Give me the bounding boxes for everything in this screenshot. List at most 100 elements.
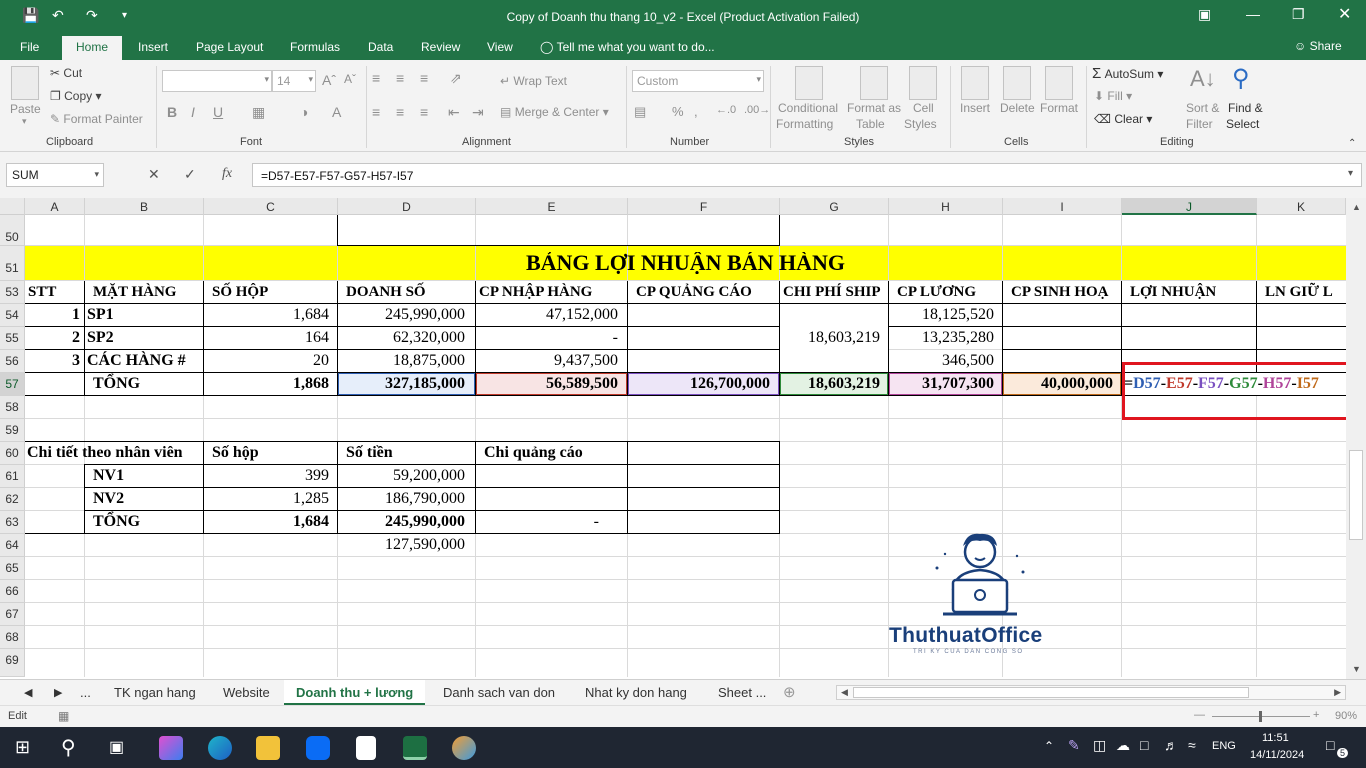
- insert-cells-icon[interactable]: [961, 66, 989, 100]
- format-as-table-icon[interactable]: [860, 66, 888, 100]
- font-size-combo[interactable]: 14 ▾: [272, 70, 316, 92]
- ribbon-display-icon[interactable]: ▣: [1198, 6, 1211, 23]
- enter-icon[interactable]: ✓: [184, 166, 196, 183]
- next-sheet-icon[interactable]: ▶: [54, 686, 62, 699]
- scroll-down-icon[interactable]: ▼: [1352, 664, 1361, 674]
- share-button[interactable]: ☺ Share: [1294, 39, 1342, 53]
- tab-page-layout[interactable]: Page Layout: [196, 40, 263, 54]
- accounting-format-icon[interactable]: ▤: [634, 104, 646, 120]
- row-header[interactable]: 62: [0, 488, 25, 511]
- cell-qty[interactable]: 20: [203, 350, 329, 372]
- align-left-icon[interactable]: ≡: [372, 104, 380, 120]
- edge-icon[interactable]: [208, 736, 232, 760]
- cell-item-total[interactable]: TỔNG: [93, 373, 201, 395]
- horizontal-scrollbar[interactable]: ◀ ▶: [836, 685, 1346, 700]
- more-sheets-button[interactable]: ...: [80, 685, 91, 700]
- scroll-left-icon[interactable]: ◀: [841, 687, 848, 698]
- sheet-tab[interactable]: Website: [223, 685, 270, 700]
- col-header[interactable]: D: [338, 198, 476, 215]
- windows-start-icon[interactable]: ⊞: [15, 737, 30, 758]
- comma-style-icon[interactable]: ,: [694, 104, 698, 119]
- decrease-decimal-icon[interactable]: .00→: [744, 104, 770, 116]
- device-icon[interactable]: ◫: [1093, 737, 1106, 754]
- row-header[interactable]: 50: [0, 215, 25, 246]
- minimize-icon[interactable]: —: [1246, 6, 1260, 22]
- clock-date[interactable]: 14/11/2024: [1250, 749, 1304, 761]
- cell-qty[interactable]: 1,684: [203, 304, 329, 326]
- row-header-selected[interactable]: 57: [0, 373, 25, 396]
- col-header[interactable]: K: [1257, 198, 1346, 215]
- col-header[interactable]: H: [889, 198, 1003, 215]
- magnifier-icon[interactable]: ⚲: [1232, 64, 1250, 93]
- paste-icon[interactable]: [11, 66, 39, 100]
- cell-stt[interactable]: 2: [25, 327, 80, 349]
- cell-amount[interactable]: 127,590,000: [337, 534, 465, 556]
- speaker-icon[interactable]: ♬: [1164, 737, 1178, 753]
- vertical-scrollbar[interactable]: ▲ ▼: [1346, 198, 1366, 679]
- cell-import[interactable]: 47,152,000: [475, 304, 618, 326]
- detail-qty[interactable]: 1,285: [203, 488, 329, 510]
- cell-living-total[interactable]: 40,000,000: [1002, 373, 1113, 395]
- align-middle-icon[interactable]: ≡: [396, 70, 404, 86]
- orientation-icon[interactable]: ⇗: [450, 70, 462, 87]
- sheet-tab[interactable]: Nhat ky don hang: [585, 685, 687, 700]
- find-select-label-2[interactable]: Select: [1226, 117, 1259, 131]
- cell-styles-label-2[interactable]: Styles: [904, 117, 937, 131]
- cell-salary[interactable]: 13,235,280: [888, 327, 994, 349]
- detail-name[interactable]: NV1: [93, 465, 201, 487]
- sheet-tab-active[interactable]: Doanh thu + lương: [284, 680, 426, 705]
- sheet-tab[interactable]: Danh sach van don: [443, 685, 555, 700]
- worksheet-grid[interactable]: BẢNG LỢI NHUẬN BÁN HÀNG STT MẶT HÀNG SỐ …: [25, 215, 1346, 677]
- font-name-combo[interactable]: ▾: [162, 70, 272, 92]
- clear-button[interactable]: ⌫ Clear ▾: [1094, 112, 1152, 126]
- cell-styles-icon[interactable]: [909, 66, 937, 100]
- merge-center-button[interactable]: ▤ Merge & Center ▾: [500, 105, 609, 119]
- formula-input[interactable]: =D57-E57-F57-G57-H57-I57: [252, 163, 1362, 187]
- row-header[interactable]: 67: [0, 603, 25, 626]
- format-cells-button[interactable]: Format: [1040, 101, 1078, 115]
- row-header[interactable]: 53: [0, 281, 25, 304]
- tab-formulas[interactable]: Formulas: [290, 40, 340, 54]
- cell-import[interactable]: -: [475, 327, 618, 349]
- detail-qty-total[interactable]: 1,684: [203, 511, 329, 533]
- row-header[interactable]: 58: [0, 396, 25, 419]
- sort-filter-label-2[interactable]: Filter: [1186, 117, 1213, 131]
- col-header[interactable]: C: [204, 198, 338, 215]
- row-header[interactable]: 64: [0, 534, 25, 557]
- language-indicator[interactable]: ENG: [1212, 740, 1236, 752]
- col-header[interactable]: I: [1003, 198, 1122, 215]
- font-color-icon[interactable]: A: [332, 104, 341, 120]
- cell-ship[interactable]: 18,603,219: [780, 327, 880, 349]
- pen-icon[interactable]: ✎: [1068, 737, 1080, 754]
- autosum-button[interactable]: Σ AutoSum ▾: [1092, 65, 1163, 82]
- decrease-indent-icon[interactable]: ⇤: [448, 104, 460, 121]
- tray-expand-icon[interactable]: ⌃: [1044, 739, 1054, 753]
- row-header[interactable]: 56: [0, 350, 25, 373]
- cell-stt[interactable]: 3: [25, 350, 80, 372]
- conditional-formatting-label-2[interactable]: Formatting: [776, 117, 833, 131]
- detail-amount[interactable]: 59,200,000: [337, 465, 465, 487]
- copilot-icon[interactable]: [159, 736, 183, 760]
- delete-cells-button[interactable]: Delete: [1000, 101, 1035, 115]
- paste-button[interactable]: Paste: [10, 102, 41, 116]
- cell-item[interactable]: SP2: [87, 327, 201, 349]
- maximize-icon[interactable]: ❐: [1292, 6, 1305, 23]
- cell-import-total[interactable]: 56,589,500: [475, 373, 618, 395]
- detail-name[interactable]: NV2: [93, 488, 201, 510]
- zoom-in-icon[interactable]: +: [1313, 709, 1319, 721]
- sheet-tab[interactable]: Sheet ...: [718, 685, 766, 700]
- cut-button[interactable]: ✂ Cut: [50, 66, 82, 80]
- increase-decimal-icon[interactable]: ←.0: [716, 104, 736, 116]
- cancel-icon[interactable]: ✕: [148, 166, 160, 183]
- borders-icon[interactable]: ▦: [252, 104, 265, 121]
- tab-insert[interactable]: Insert: [138, 40, 168, 54]
- zoom-level[interactable]: 90%: [1335, 710, 1357, 722]
- col-header[interactable]: F: [628, 198, 780, 215]
- file-explorer-icon[interactable]: [256, 736, 280, 760]
- format-painter-button[interactable]: ✎ Format Painter: [50, 112, 143, 126]
- cell-item[interactable]: CÁC HÀNG #: [87, 350, 201, 372]
- tab-home[interactable]: Home: [62, 36, 123, 60]
- cell-item[interactable]: SP1: [87, 304, 201, 326]
- cell-stt[interactable]: 1: [25, 304, 80, 326]
- macro-record-icon[interactable]: ▦: [58, 709, 69, 723]
